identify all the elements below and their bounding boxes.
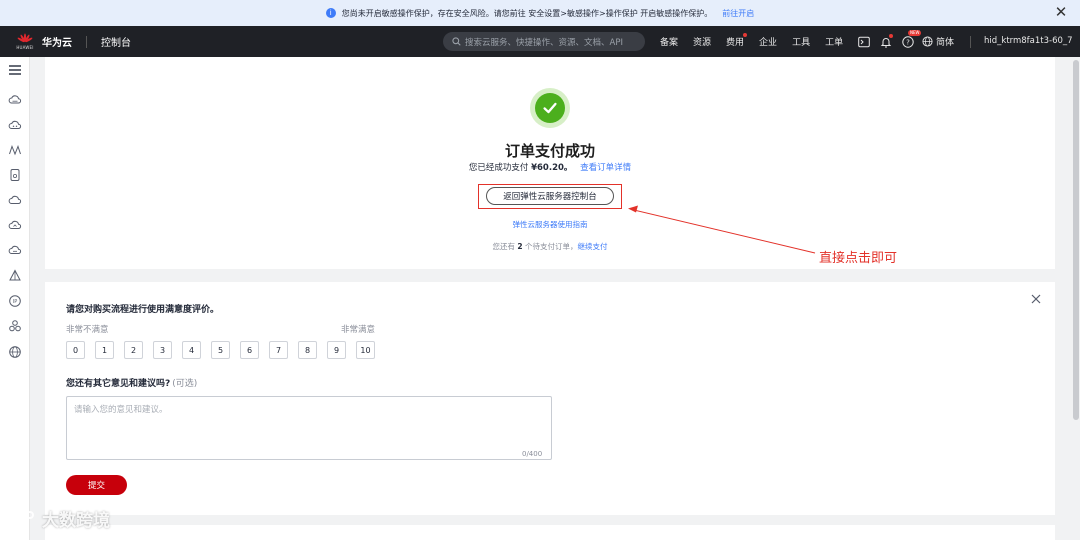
rating-option[interactable]: 1 [95, 341, 114, 359]
security-icon[interactable] [8, 269, 22, 283]
logo-text: HUAWEI [16, 45, 34, 50]
rating-option[interactable]: 6 [240, 341, 259, 359]
rating-option[interactable]: 9 [327, 341, 346, 359]
view-order-link[interactable]: 查看订单详情 [580, 163, 631, 173]
console-link[interactable]: 控制台 [101, 34, 131, 49]
user-account[interactable]: hid_ktrm8fa1t3-60_7 [984, 36, 1073, 46]
user-divider [970, 36, 971, 48]
language-label: 简体 [936, 38, 955, 48]
scrollbar-thumb[interactable] [1073, 60, 1079, 420]
nav-billing[interactable]: 费用 [726, 33, 748, 48]
enable-protection-link[interactable]: 前往开启 [722, 8, 754, 19]
nav-tools[interactable]: 工具 [792, 35, 810, 48]
close-icon[interactable] [1029, 292, 1043, 306]
nav-billing-label: 费用 [726, 38, 745, 48]
new-badge: NEW [908, 29, 922, 36]
watermark-logo-icon [9, 510, 34, 528]
success-indicator [530, 88, 570, 128]
ip-icon[interactable]: IP [8, 294, 22, 308]
char-counter: 0/400 [522, 450, 543, 458]
watermark: 大数跨境 [8, 506, 110, 531]
search-placeholder: 搜索云服务、快捷操作、资源、文档、API [465, 37, 623, 48]
watermark-text: 大数跨境 [42, 511, 110, 531]
scale-high-label: 非常满意 [341, 325, 376, 335]
cloud-icon[interactable] [8, 193, 22, 207]
notification-bell[interactable] [880, 33, 893, 48]
nav-tickets[interactable]: 工单 [825, 35, 843, 48]
help-button[interactable]: ? NEW [902, 29, 922, 48]
pending-orders: 您还有 2 个待支付订单，继续支付 [440, 241, 660, 252]
rating-option[interactable]: 7 [269, 341, 288, 359]
paid-amount: ¥60.20。 [531, 163, 573, 173]
usage-guide-link[interactable]: 弹性云服务器使用指南 [440, 219, 660, 230]
globe-icon[interactable] [8, 345, 22, 359]
notification-dot [889, 33, 893, 38]
info-icon: i [325, 8, 336, 18]
page-title: 订单支付成功 [504, 142, 595, 160]
cloud-sync-icon[interactable] [8, 243, 22, 257]
network-icon[interactable] [8, 143, 22, 157]
svg-text:IP: IP [13, 299, 18, 305]
notice-text: 您尚未开启敏感操作保护，存在安全风险。请您前往 安全设置>敏感操作>操作保护 开… [341, 8, 713, 18]
rating-option[interactable]: 10 [356, 341, 375, 359]
rating-option[interactable]: 3 [153, 341, 172, 359]
cloud-database-icon[interactable] [8, 118, 22, 132]
storage-icon[interactable] [8, 168, 22, 182]
menu-icon[interactable] [8, 63, 22, 77]
check-icon [543, 102, 557, 114]
pending-prefix: 您还有 [492, 242, 516, 251]
close-icon[interactable]: ✕ [1054, 4, 1068, 20]
rating-option[interactable]: 2 [124, 341, 143, 359]
nav-links: 备案 资源 费用 企业 工具 工单 [660, 26, 858, 57]
scale-low-label: 非常不满意 [66, 325, 109, 335]
svg-text:?: ? [906, 38, 910, 46]
feedback-question-text: 您还有其它意见和建议吗? [66, 379, 171, 389]
cloud-upload-icon[interactable] [8, 218, 22, 232]
nav-icons: ? NEW 简体 [858, 26, 954, 57]
feedback-textarea[interactable]: 请输入您的意见和建议。 [66, 396, 552, 460]
rating-option[interactable]: 4 [182, 341, 201, 359]
help-icon: ? [902, 35, 914, 48]
globe-icon [922, 36, 933, 47]
pending-suffix: 个待支付订单， [525, 242, 578, 251]
nav-enterprise[interactable]: 企业 [759, 35, 777, 48]
paid-prefix: 您已经成功支付 [468, 163, 529, 173]
nav-resources[interactable]: 资源 [693, 35, 711, 48]
rating-option[interactable]: 5 [211, 341, 230, 359]
cluster-icon[interactable] [8, 319, 22, 333]
terminal-icon[interactable] [858, 36, 870, 48]
rating-scale: 0 1 2 3 4 5 6 7 8 9 10 [66, 341, 385, 359]
optional-hint: (可选) [172, 379, 198, 389]
feedback-question: 您还有其它意见和建议吗? (可选) [66, 376, 197, 389]
success-circle [535, 93, 565, 123]
annotation-text: 直接点击即可 [819, 251, 898, 266]
huawei-logo[interactable]: HUAWEI [14, 33, 36, 50]
page-scrollbar[interactable] [1072, 57, 1080, 540]
continue-payment-link[interactable]: 继续支付 [578, 242, 608, 251]
return-to-console-button[interactable]: 返回弹性云服务器控制台 [486, 187, 614, 205]
top-navigation: HUAWEI 华为云 控制台 搜索云服务、快捷操作、资源、文档、API 备案 资… [0, 26, 1080, 57]
nav-filing[interactable]: 备案 [660, 35, 678, 48]
feedback-placeholder: 请输入您的意见和建议。 [74, 405, 168, 415]
left-sidebar: IP [0, 57, 30, 540]
search-input[interactable]: 搜索云服务、快捷操作、资源、文档、API [443, 32, 645, 51]
submit-button[interactable]: 提交 [66, 475, 127, 495]
search-icon [452, 37, 461, 46]
nav-divider [86, 35, 87, 48]
security-notice-bar: i 您尚未开启敏感操作保护，存在安全风险。请您前往 安全设置>敏感操作>操作保护… [0, 0, 1080, 26]
language-switch[interactable]: 简体 [922, 35, 954, 48]
rating-option[interactable]: 8 [298, 341, 317, 359]
rating-option[interactable]: 0 [66, 341, 85, 359]
paid-summary: 您已经成功支付 ¥60.20。 查看订单详情 [440, 161, 660, 173]
cloud-server-icon[interactable] [8, 93, 22, 107]
huawei-flower-icon [17, 33, 33, 43]
satisfaction-question: 请您对购买流程进行使用满意度评价。 [66, 305, 220, 315]
brand-name[interactable]: 华为云 [42, 34, 72, 49]
notification-dot [743, 33, 748, 37]
next-card [45, 525, 1055, 540]
pending-count: 2 [517, 242, 523, 251]
